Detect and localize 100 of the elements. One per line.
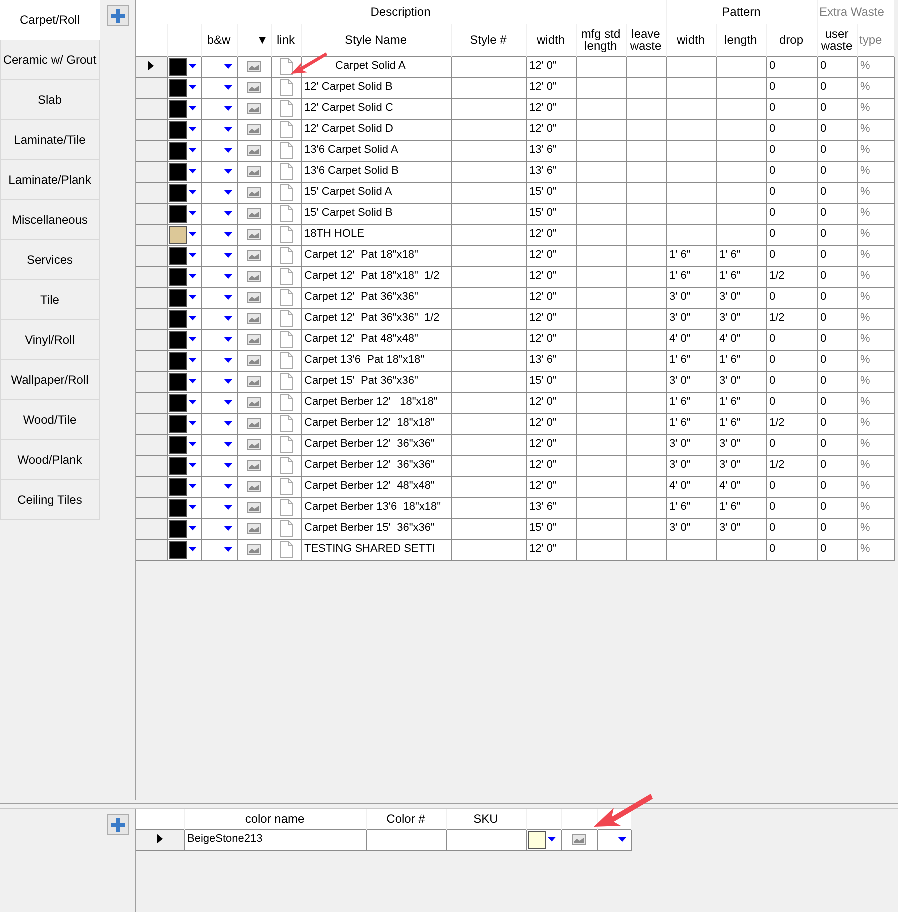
sort-toggle[interactable]: ▼ (256, 32, 268, 47)
color-swatch[interactable] (168, 394, 187, 412)
dropdown-arrow-icon[interactable] (224, 190, 232, 195)
color-swatch[interactable] (168, 184, 187, 202)
dropdown-arrow-icon[interactable] (188, 274, 196, 279)
color-swatch[interactable] (168, 142, 187, 160)
dropdown-arrow-icon[interactable] (224, 232, 232, 237)
table-cell: 1/2 (766, 455, 818, 476)
dropdown-arrow-icon[interactable] (188, 547, 196, 552)
dropdown-arrow-icon[interactable] (224, 85, 232, 90)
color-swatch[interactable] (168, 226, 187, 244)
dropdown-arrow-icon[interactable] (188, 337, 196, 342)
dropdown-arrow-icon[interactable] (224, 505, 232, 510)
dropdown-arrow-icon[interactable] (188, 64, 196, 69)
dropdown-arrow-icon[interactable] (224, 253, 232, 258)
table-cell: 3' 0" (716, 287, 766, 308)
tab[interactable]: Wood/Plank (0, 440, 100, 480)
dropdown-arrow-icon[interactable] (224, 337, 232, 342)
dropdown-arrow-icon[interactable] (224, 169, 232, 174)
dropdown-arrow-icon[interactable] (188, 526, 196, 531)
add-button[interactable] (107, 5, 129, 26)
dropdown-arrow-icon[interactable] (188, 190, 196, 195)
dropdown-arrow-icon[interactable] (224, 274, 232, 279)
dropdown-arrow-icon[interactable] (224, 484, 232, 489)
dropdown-arrow-icon[interactable] (188, 442, 196, 447)
color-swatch[interactable] (168, 78, 187, 96)
tab[interactable]: Laminate/Plank (0, 160, 100, 200)
dropdown-arrow-icon[interactable] (224, 211, 232, 216)
color-swatch[interactable] (168, 520, 187, 538)
dropdown-arrow-icon[interactable] (188, 169, 196, 174)
dropdown-arrow-icon[interactable] (224, 64, 232, 69)
table-cell: 1' 6" (666, 392, 716, 413)
table-cell: 0 (766, 56, 818, 77)
dropdown-arrow-icon[interactable] (188, 148, 196, 153)
tab[interactable]: Laminate/Tile (0, 120, 100, 160)
dropdown-arrow-icon[interactable] (188, 211, 196, 216)
tab[interactable]: Vinyl/Roll (0, 320, 100, 360)
color-swatch[interactable] (528, 830, 546, 848)
color-swatch[interactable] (168, 478, 187, 496)
tab[interactable]: Slab (0, 80, 100, 120)
tab[interactable]: Services (0, 240, 100, 280)
color-swatch[interactable] (168, 100, 187, 118)
dropdown-arrow-icon[interactable] (224, 421, 232, 426)
dropdown-arrow-icon[interactable] (188, 358, 196, 363)
dropdown-arrow-icon[interactable] (188, 421, 196, 426)
color-swatch[interactable] (168, 330, 187, 348)
dropdown-arrow-icon[interactable] (188, 106, 196, 111)
dropdown-arrow-icon[interactable] (224, 358, 232, 363)
dropdown-arrow-icon[interactable] (618, 837, 626, 842)
dropdown-arrow-icon[interactable] (548, 837, 556, 842)
color-swatch[interactable] (168, 414, 187, 432)
color-swatch[interactable] (168, 352, 187, 370)
dropdown-arrow-icon[interactable] (224, 379, 232, 384)
dropdown-arrow-icon[interactable] (224, 463, 232, 468)
color-swatch[interactable] (168, 288, 187, 306)
add-button[interactable] (107, 814, 129, 835)
tab[interactable]: Wood/Tile (0, 400, 100, 440)
color-swatch[interactable] (168, 456, 187, 474)
color-swatch[interactable] (168, 540, 187, 558)
dropdown-arrow-icon[interactable] (224, 106, 232, 111)
dropdown-arrow-icon[interactable] (188, 85, 196, 90)
table-cell: % (857, 98, 894, 119)
dropdown-arrow-icon[interactable] (224, 442, 232, 447)
dropdown-arrow-icon[interactable] (224, 127, 232, 132)
dropdown-arrow-icon[interactable] (188, 379, 196, 384)
dropdown-arrow-icon[interactable] (224, 526, 232, 531)
table-cell: 12' 0" (526, 308, 576, 329)
tab[interactable]: Miscellaneous (0, 200, 100, 240)
tab[interactable]: Ceramic w/ Grout (0, 40, 100, 80)
dropdown-arrow-icon[interactable] (188, 505, 196, 510)
dropdown-arrow-icon[interactable] (224, 547, 232, 552)
color-swatch[interactable] (168, 268, 187, 286)
table-cell: % (857, 413, 894, 434)
dropdown-arrow-icon[interactable] (188, 484, 196, 489)
tab[interactable]: Tile (0, 280, 100, 320)
dropdown-arrow-icon[interactable] (224, 295, 232, 300)
dropdown-arrow-icon[interactable] (188, 316, 196, 321)
table-cell: 12' 0" (526, 329, 576, 350)
dropdown-arrow-icon[interactable] (224, 400, 232, 405)
color-swatch[interactable] (168, 120, 187, 138)
color-swatch[interactable] (168, 498, 187, 516)
tab[interactable]: Wallpaper/Roll (0, 360, 100, 400)
dropdown-arrow-icon[interactable] (188, 295, 196, 300)
column-header: drop (779, 32, 804, 47)
dropdown-arrow-icon[interactable] (188, 232, 196, 237)
dropdown-arrow-icon[interactable] (224, 316, 232, 321)
color-swatch[interactable] (168, 58, 187, 76)
dropdown-arrow-icon[interactable] (188, 127, 196, 132)
color-swatch[interactable] (168, 162, 187, 180)
dropdown-arrow-icon[interactable] (188, 463, 196, 468)
color-swatch[interactable] (168, 372, 187, 390)
dropdown-arrow-icon[interactable] (188, 253, 196, 258)
dropdown-arrow-icon[interactable] (224, 148, 232, 153)
color-swatch[interactable] (168, 436, 187, 454)
color-swatch[interactable] (168, 310, 187, 328)
dropdown-arrow-icon[interactable] (188, 400, 196, 405)
tab[interactable]: Ceiling Tiles (0, 480, 100, 520)
color-swatch[interactable] (168, 246, 187, 264)
tab[interactable]: Carpet/Roll (0, 0, 100, 40)
color-swatch[interactable] (168, 204, 187, 222)
